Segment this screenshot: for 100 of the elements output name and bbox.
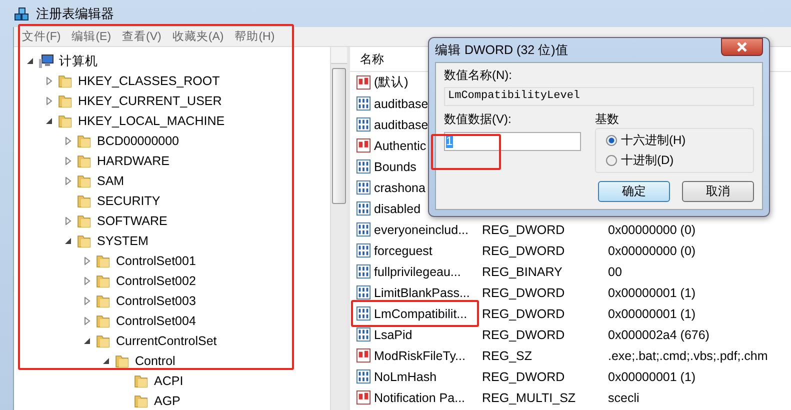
folder-icon bbox=[133, 393, 149, 409]
radio-button[interactable] bbox=[606, 135, 617, 146]
tree-item[interactable]: SECURITY bbox=[97, 194, 160, 208]
binary-value-icon bbox=[356, 306, 371, 321]
field-label: 数值数据(V): bbox=[444, 111, 512, 128]
expand-arrow-icon[interactable] bbox=[64, 157, 72, 165]
value-name[interactable]: NoLmHash bbox=[374, 370, 437, 384]
folder-icon bbox=[95, 333, 111, 349]
expand-arrow-icon[interactable] bbox=[64, 177, 72, 185]
expand-arrow-icon[interactable] bbox=[83, 317, 91, 325]
folder-icon bbox=[76, 193, 92, 209]
value-type: REG_MULTI_SZ bbox=[482, 390, 576, 404]
tree-item[interactable]: HKEY_CURRENT_USER bbox=[78, 94, 222, 108]
expand-arrow-icon[interactable] bbox=[45, 97, 53, 105]
binary-value-icon bbox=[356, 201, 371, 216]
expand-arrow-icon[interactable] bbox=[83, 297, 91, 305]
value-name[interactable]: crashona bbox=[374, 180, 426, 194]
radio-button[interactable] bbox=[606, 155, 617, 166]
tree-item[interactable]: 计算机 bbox=[59, 52, 98, 70]
collapse-arrow-icon[interactable] bbox=[83, 337, 91, 345]
tree-item[interactable]: SOFTWARE bbox=[97, 214, 168, 228]
cancel-button[interactable]: 取消 bbox=[682, 181, 754, 202]
folder-icon bbox=[114, 353, 130, 369]
value-name[interactable]: auditbase bbox=[374, 118, 428, 132]
tree-item[interactable]: HKEY_CLASSES_ROOT bbox=[78, 74, 220, 88]
tree-item[interactable]: SYSTEM bbox=[97, 234, 148, 248]
value-name[interactable]: disabled bbox=[374, 202, 421, 216]
value-type: REG_SZ bbox=[482, 348, 532, 362]
value-type: REG_DWORD bbox=[482, 286, 565, 300]
tree-item[interactable]: ControlSet002 bbox=[116, 274, 196, 288]
value-name[interactable]: forceguest bbox=[374, 244, 432, 258]
value-name[interactable]: (默认) bbox=[374, 74, 408, 91]
folder-icon bbox=[95, 313, 111, 329]
value-type: REG_BINARY bbox=[482, 264, 562, 278]
string-value-icon bbox=[356, 138, 371, 153]
binary-value-icon bbox=[356, 96, 371, 111]
menu-item[interactable]: 帮助(H) bbox=[234, 29, 275, 44]
folder-icon bbox=[57, 113, 73, 129]
value-name[interactable]: everyoneinclud... bbox=[374, 222, 469, 236]
expand-arrow-icon[interactable] bbox=[64, 217, 72, 225]
ok-button[interactable]: 确定 bbox=[598, 181, 670, 202]
collapse-arrow-icon[interactable] bbox=[26, 57, 34, 65]
radio-label[interactable]: 十进制(D) bbox=[621, 152, 674, 169]
menu-item[interactable]: 查看(V) bbox=[122, 29, 162, 44]
binary-value-icon bbox=[356, 285, 371, 300]
value-name[interactable]: LmCompatibilit... bbox=[374, 306, 468, 320]
value-name[interactable]: fullprivilegeau... bbox=[374, 264, 461, 278]
highlight-frame bbox=[431, 134, 501, 170]
value-name-field[interactable]: LmCompatibilityLevel bbox=[444, 87, 754, 106]
collapse-arrow-icon[interactable] bbox=[102, 357, 110, 365]
radio-label[interactable]: 十六进制(H) bbox=[621, 132, 686, 149]
value-type: REG_DWORD bbox=[482, 306, 565, 320]
value-type: REG_DWORD bbox=[482, 244, 565, 258]
value-name[interactable]: LimitBlankPass... bbox=[374, 286, 470, 300]
tree-item[interactable]: ControlSet001 bbox=[116, 254, 196, 268]
expand-arrow-icon[interactable] bbox=[45, 77, 53, 85]
value-name[interactable]: Bounds bbox=[374, 160, 416, 174]
tree-item[interactable]: AGP bbox=[154, 394, 180, 408]
string-value-icon bbox=[356, 348, 371, 363]
expand-arrow-icon[interactable] bbox=[83, 257, 91, 265]
expand-arrow-icon[interactable] bbox=[83, 277, 91, 285]
folder-icon bbox=[57, 93, 73, 109]
tree-item[interactable]: HARDWARE bbox=[97, 154, 170, 168]
group-label: 基数 bbox=[595, 111, 619, 128]
value-type: REG_DWORD bbox=[482, 328, 565, 342]
value-name[interactable]: ModRiskFileTy... bbox=[374, 348, 466, 362]
value-data: .exe;.bat;.cmd;.vbs;.pdf;.chm bbox=[608, 348, 768, 362]
binary-value-icon bbox=[356, 222, 371, 237]
folder-icon bbox=[95, 293, 111, 309]
binary-value-icon bbox=[356, 327, 371, 342]
cubes-icon bbox=[14, 6, 30, 22]
value-name[interactable]: Authentic bbox=[374, 138, 426, 152]
scrollbar[interactable] bbox=[330, 47, 347, 410]
menu-item[interactable]: 编辑(E) bbox=[72, 29, 112, 44]
value-data: 0x00000000 (0) bbox=[608, 244, 696, 258]
value-name[interactable]: LsaPid bbox=[374, 328, 412, 342]
collapse-arrow-icon[interactable] bbox=[45, 117, 53, 125]
value-type: REG_DWORD bbox=[482, 370, 565, 384]
value-data: 0x00000000 (0) bbox=[608, 222, 696, 236]
value-type: REG_DWORD bbox=[482, 222, 565, 236]
folder-icon bbox=[76, 153, 92, 169]
tree-item[interactable]: CurrentControlSet bbox=[116, 334, 217, 348]
value-name[interactable]: Notification Pa... bbox=[374, 390, 466, 404]
tree-item[interactable]: ACPI bbox=[154, 374, 184, 388]
tree-item[interactable]: SAM bbox=[97, 174, 124, 188]
expand-arrow-icon[interactable] bbox=[64, 137, 72, 145]
tree-item[interactable]: HKEY_LOCAL_MACHINE bbox=[78, 114, 225, 128]
close-button[interactable] bbox=[721, 38, 763, 56]
menu-item[interactable]: 文件(F) bbox=[22, 29, 61, 44]
tree-item[interactable]: ControlSet004 bbox=[116, 314, 196, 328]
binary-value-icon bbox=[356, 159, 371, 174]
menu-item[interactable]: 收藏夹(A) bbox=[172, 29, 224, 44]
collapse-arrow-icon[interactable] bbox=[64, 237, 72, 245]
tree-item[interactable]: ControlSet003 bbox=[116, 294, 196, 308]
value-data: scecli bbox=[608, 390, 640, 404]
value-name[interactable]: auditbase bbox=[374, 96, 428, 110]
tree-item[interactable]: BCD00000000 bbox=[97, 134, 180, 148]
folder-icon bbox=[76, 173, 92, 189]
value-data: 0x00000001 (1) bbox=[608, 306, 696, 320]
tree-item[interactable]: Control bbox=[135, 354, 176, 368]
